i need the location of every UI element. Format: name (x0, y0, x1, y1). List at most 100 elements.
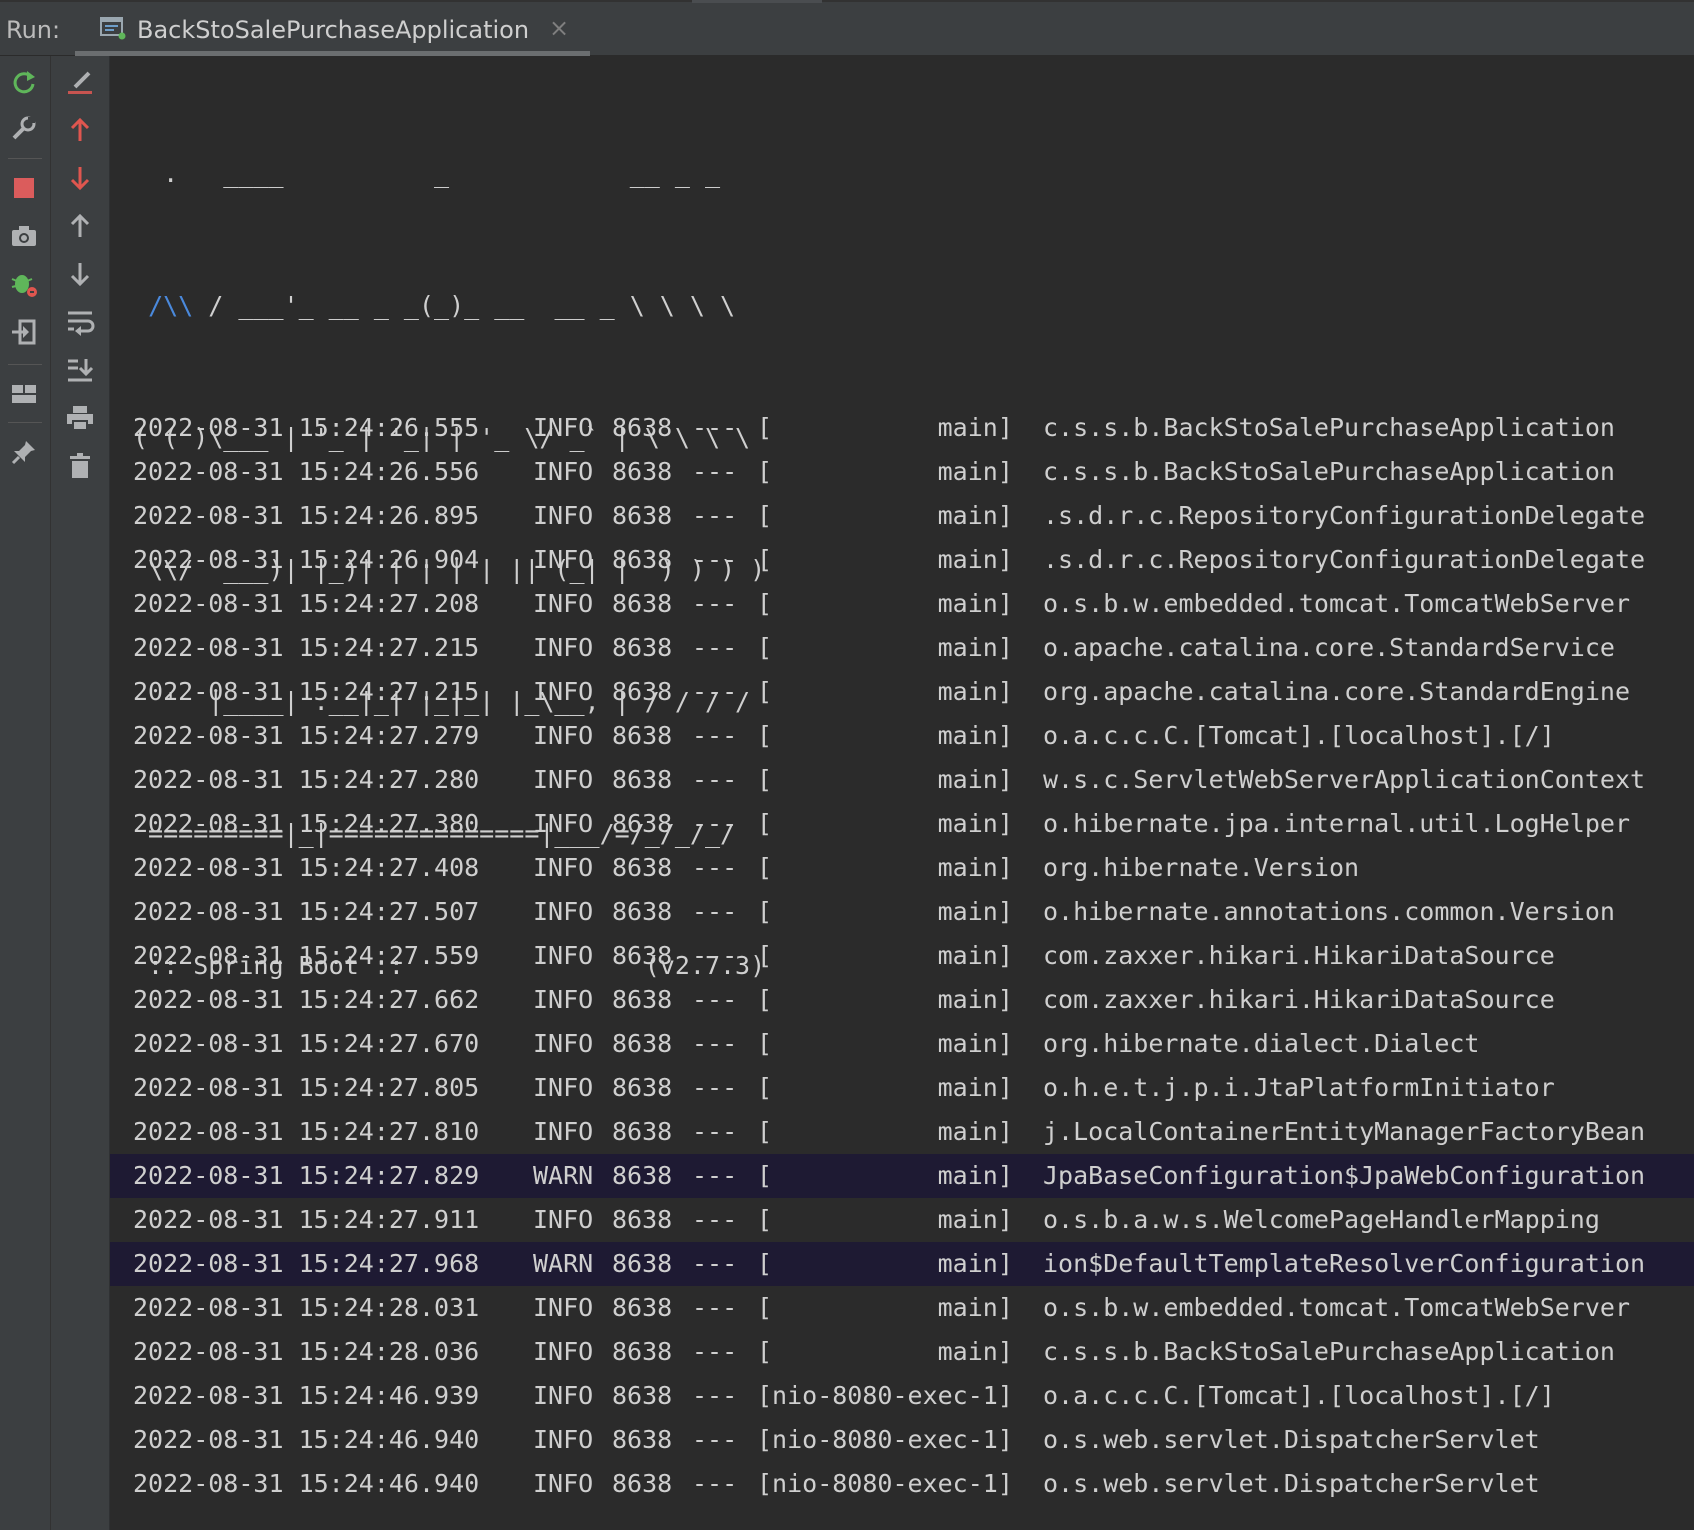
log-logger: o.s.b.w.embedded.tomcat.TomcatWebServer (1043, 589, 1630, 618)
log-line[interactable]: 2022-08-31 15:24:26.904 INFO 8638 --- [ main… (110, 538, 1694, 582)
close-tab-icon[interactable]: × (549, 14, 569, 42)
log-pid: 8638 (612, 589, 673, 618)
log-line[interactable]: 2022-08-31 15:24:46.940 INFO 8638 --- [nio-8… (110, 1418, 1694, 1462)
log-line[interactable]: 2022-08-31 15:24:27.968 WARN 8638 --- [ main… (110, 1242, 1694, 1286)
scroll-to-end-button[interactable] (60, 350, 100, 390)
log-separator: --- (692, 545, 738, 574)
log-separator: --- (692, 1337, 738, 1366)
log-thread: [ main] (757, 677, 1013, 706)
log-thread: [ main] (757, 1293, 1013, 1322)
log-line[interactable]: 2022-08-31 15:24:28.031 INFO 8638 --- [ main… (110, 1286, 1694, 1330)
log-logger: w.s.c.ServletWebServerApplicationContext (1043, 765, 1646, 794)
clear-all-button[interactable] (60, 446, 100, 486)
console-output[interactable]: . ____ _ __ _ _ /\\ / ___'_ __ _ _(_)_ _… (110, 56, 1694, 1530)
debug-button[interactable] (4, 264, 44, 304)
log-level: INFO (533, 677, 594, 706)
log-line[interactable]: 2022-08-31 15:24:27.507 INFO 8638 --- [ main… (110, 890, 1694, 934)
log-line[interactable]: 2022-08-31 15:24:26.556 INFO 8638 --- [ main… (110, 450, 1694, 494)
log-logger: o.apache.catalina.core.StandardService (1043, 633, 1615, 662)
log-thread: [ main] (757, 1117, 1013, 1146)
log-timestamp: 2022-08-31 15:24:26.895 (133, 501, 480, 530)
clear-button[interactable] (60, 62, 100, 102)
log-logger: .s.d.r.c.RepositoryConfigurationDelegate (1043, 501, 1646, 530)
log-thread: [nio-8080-exec-1] (757, 1469, 1013, 1498)
log-line[interactable]: 2022-08-31 15:24:27.380 INFO 8638 --- [ main… (110, 802, 1694, 846)
log-thread: [ main] (757, 941, 1013, 970)
run-toolbar-primary (0, 56, 51, 1530)
stop-icon (14, 178, 34, 198)
scroll-up-button[interactable] (60, 206, 100, 246)
stop-button[interactable] (4, 168, 44, 208)
soft-wrap-button[interactable] (60, 302, 100, 342)
log-pid: 8638 (612, 413, 673, 442)
scroll-down-button[interactable] (60, 254, 100, 294)
log-line[interactable]: 2022-08-31 15:24:27.215 INFO 8638 --- [ main… (110, 670, 1694, 714)
log-line[interactable]: 2022-08-31 15:24:27.911 INFO 8638 --- [ main… (110, 1198, 1694, 1242)
log-separator: --- (692, 1381, 738, 1410)
top-drag-handle[interactable] (692, 0, 822, 3)
log-level: INFO (533, 1117, 594, 1146)
log-separator: --- (692, 1161, 738, 1190)
log-line[interactable]: 2022-08-31 15:24:26.895 INFO 8638 --- [ main… (110, 494, 1694, 538)
log-line[interactable]: 2022-08-31 15:24:27.280 INFO 8638 --- [ main… (110, 758, 1694, 802)
log-level: INFO (533, 1381, 594, 1410)
log-separator: --- (692, 457, 738, 486)
log-line[interactable]: 2022-08-31 15:24:27.559 INFO 8638 --- [ main… (110, 934, 1694, 978)
log-logger: .s.d.r.c.RepositoryConfigurationDelegate (1043, 545, 1646, 574)
log-level: INFO (533, 985, 594, 1014)
log-logger: o.a.c.c.C.[Tomcat].[localhost].[/] (1043, 721, 1555, 750)
log-pid: 8638 (612, 633, 673, 662)
log-list: 2022-08-31 15:24:26.555 INFO 8638 --- [ main… (110, 406, 1694, 1506)
log-line[interactable]: 2022-08-31 15:24:27.215 INFO 8638 --- [ main… (110, 626, 1694, 670)
log-timestamp: 2022-08-31 15:24:26.556 (133, 457, 480, 486)
prev-occurrence-button[interactable] (60, 110, 100, 150)
log-line[interactable]: 2022-08-31 15:24:27.829 WARN 8638 --- [ main… (110, 1154, 1694, 1198)
settings-button[interactable] (4, 108, 44, 148)
import-button[interactable] (4, 312, 44, 352)
log-line[interactable]: 2022-08-31 15:24:27.662 INFO 8638 --- [ main… (110, 978, 1694, 1022)
log-logger: o.s.web.servlet.DispatcherServlet (1043, 1469, 1540, 1498)
log-separator: --- (692, 1425, 738, 1454)
rerun-button[interactable] (4, 62, 44, 102)
log-timestamp: 2022-08-31 15:24:27.507 (133, 897, 480, 926)
log-thread: [ main] (757, 1205, 1013, 1234)
log-logger: o.a.c.c.C.[Tomcat].[localhost].[/] (1043, 1381, 1555, 1410)
log-pid: 8638 (612, 545, 673, 574)
down-red-arrow-icon (70, 167, 90, 191)
print-button[interactable] (60, 398, 100, 438)
log-line[interactable]: 2022-08-31 15:24:27.805 INFO 8638 --- [ main… (110, 1066, 1694, 1110)
log-logger: JpaBaseConfiguration$JpaWebConfiguration (1043, 1161, 1646, 1190)
run-label: Run: (6, 16, 61, 44)
log-pid: 8638 (612, 1205, 673, 1234)
log-thread: [ main] (757, 1337, 1013, 1366)
log-line[interactable]: 2022-08-31 15:24:46.940 INFO 8638 --- [nio-8… (110, 1462, 1694, 1506)
dump-threads-button[interactable] (4, 216, 44, 256)
log-level: INFO (533, 1205, 594, 1234)
log-line[interactable]: 2022-08-31 15:24:46.939 INFO 8638 --- [nio-8… (110, 1374, 1694, 1418)
toolbar-separator (8, 364, 42, 365)
log-line[interactable]: 2022-08-31 15:24:27.670 INFO 8638 --- [ main… (110, 1022, 1694, 1066)
pin-tab-button[interactable] (4, 432, 44, 472)
log-logger: o.s.b.w.embedded.tomcat.TomcatWebServer (1043, 1293, 1630, 1322)
log-separator: --- (692, 897, 738, 926)
log-thread: [ main] (757, 1073, 1013, 1102)
layout-button[interactable] (4, 374, 44, 414)
log-timestamp: 2022-08-31 15:24:46.940 (133, 1469, 480, 1498)
log-line[interactable]: 2022-08-31 15:24:26.555 INFO 8638 --- [ main… (110, 406, 1694, 450)
log-separator: --- (692, 589, 738, 618)
log-line[interactable]: 2022-08-31 15:24:27.408 INFO 8638 --- [ main… (110, 846, 1694, 890)
log-level: INFO (533, 941, 594, 970)
log-logger: c.s.s.b.BackStoSalePurchaseApplication (1043, 1337, 1615, 1366)
run-config-tab[interactable]: BackStoSalePurchaseApplication × (75, 0, 590, 56)
log-separator: --- (692, 501, 738, 530)
log-line[interactable]: 2022-08-31 15:24:27.810 INFO 8638 --- [ main… (110, 1110, 1694, 1154)
log-line[interactable]: 2022-08-31 15:24:27.208 INFO 8638 --- [ main… (110, 582, 1694, 626)
next-occurrence-button[interactable] (60, 158, 100, 198)
scroll-to-end-icon (68, 359, 94, 382)
log-line[interactable]: 2022-08-31 15:24:27.279 INFO 8638 --- [ main… (110, 714, 1694, 758)
log-separator: --- (692, 413, 738, 442)
log-separator: --- (692, 1205, 738, 1234)
log-timestamp: 2022-08-31 15:24:26.904 (133, 545, 480, 574)
log-line[interactable]: 2022-08-31 15:24:28.036 INFO 8638 --- [ main… (110, 1330, 1694, 1374)
log-level: INFO (533, 1337, 594, 1366)
